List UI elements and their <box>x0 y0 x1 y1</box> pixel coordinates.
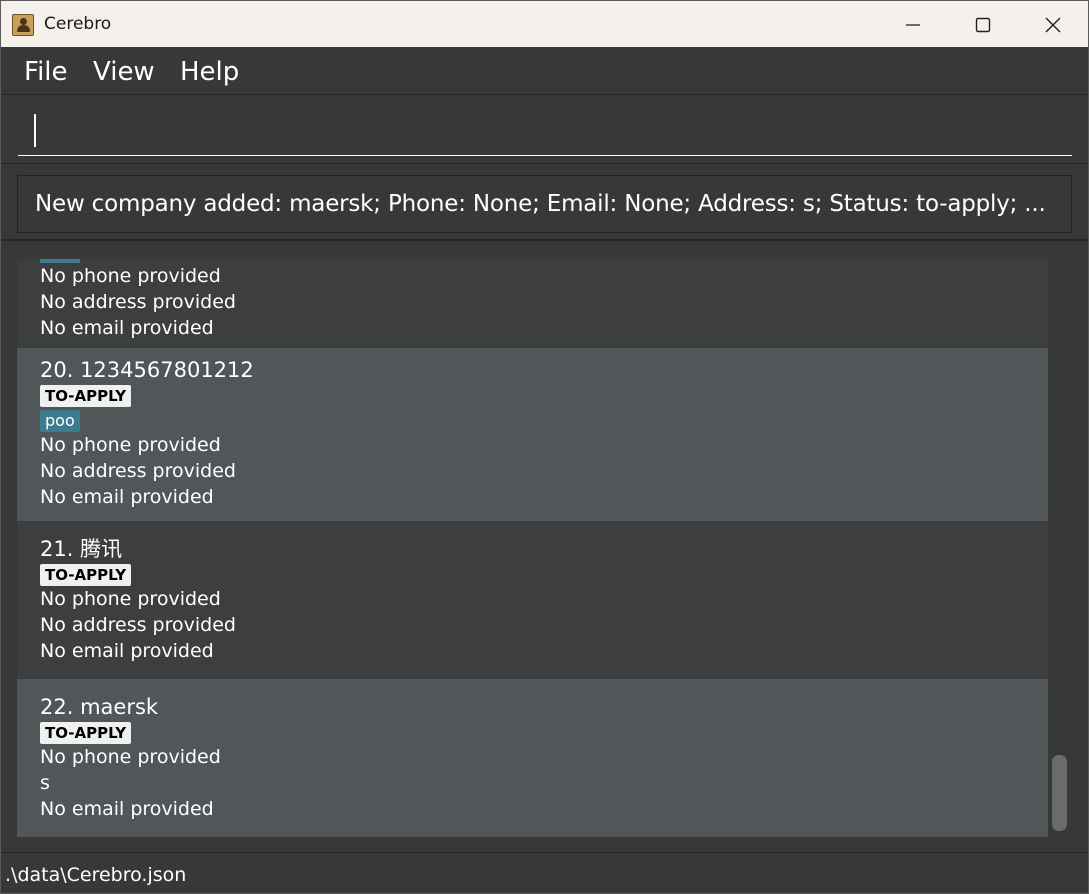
status-badge: TO-APPLY <box>40 385 132 407</box>
company-phone: No phone provided <box>40 265 221 287</box>
company-address: No address provided <box>40 614 236 636</box>
tag-badge: poo <box>40 410 80 432</box>
company-address: No address provided <box>40 460 236 482</box>
result-message: New company added: maersk; Phone: None; … <box>35 191 1046 217</box>
maximize-button[interactable] <box>948 1 1018 47</box>
text-caret <box>34 114 36 147</box>
company-address: s <box>40 772 50 794</box>
close-icon <box>1045 17 1061 33</box>
window-title: Cerebro <box>44 14 112 34</box>
company-email: No email provided <box>40 798 214 820</box>
list-item[interactable]: 22. maersk TO-APPLY No phone provided s … <box>17 679 1048 837</box>
app-window: Cerebro File View Help New company added… <box>0 0 1089 894</box>
command-box <box>1 96 1088 164</box>
company-email: No email provided <box>40 317 214 339</box>
company-phone: No phone provided <box>40 434 221 456</box>
company-list[interactable]: No phone provided No address provided No… <box>1 243 1088 851</box>
company-address: No address provided <box>40 291 236 313</box>
menu-view[interactable]: View <box>93 57 155 87</box>
status-bar: .\data\Cerebro.json <box>1 852 1088 893</box>
scrollbar-thumb[interactable] <box>1052 755 1067 831</box>
list-item[interactable]: No phone provided No address provided No… <box>17 259 1048 348</box>
company-email: No email provided <box>40 486 214 508</box>
scrollbar-track[interactable] <box>1048 259 1072 837</box>
command-input[interactable] <box>18 108 1072 156</box>
company-phone: No phone provided <box>40 588 221 610</box>
list-item[interactable]: 20. 1234567801212 TO-APPLY poo No phone … <box>17 348 1048 521</box>
minimize-button[interactable] <box>878 1 948 47</box>
minimize-icon <box>906 24 920 26</box>
company-name: 21. 腾讯 <box>40 537 123 561</box>
tag-badge-remnant <box>40 259 80 263</box>
close-button[interactable] <box>1018 1 1088 47</box>
result-display: New company added: maersk; Phone: None; … <box>1 165 1088 241</box>
company-name: 20. 1234567801212 <box>40 358 254 382</box>
menu-bar: File View Help <box>1 47 1088 95</box>
menu-help[interactable]: Help <box>180 57 239 87</box>
data-file-path: .\data\Cerebro.json <box>5 864 187 886</box>
maximize-icon <box>975 17 991 33</box>
company-phone: No phone provided <box>40 746 221 768</box>
list-item[interactable]: 21. 腾讯 TO-APPLY No phone provided No add… <box>17 521 1048 679</box>
menu-file[interactable]: File <box>24 57 68 87</box>
status-badge: TO-APPLY <box>40 722 132 744</box>
title-bar: Cerebro <box>1 1 1088 47</box>
company-name: 22. maersk <box>40 695 159 719</box>
status-badge: TO-APPLY <box>40 564 132 586</box>
result-box: New company added: maersk; Phone: None; … <box>17 175 1072 233</box>
company-email: No email provided <box>40 640 214 662</box>
app-icon <box>12 14 34 36</box>
